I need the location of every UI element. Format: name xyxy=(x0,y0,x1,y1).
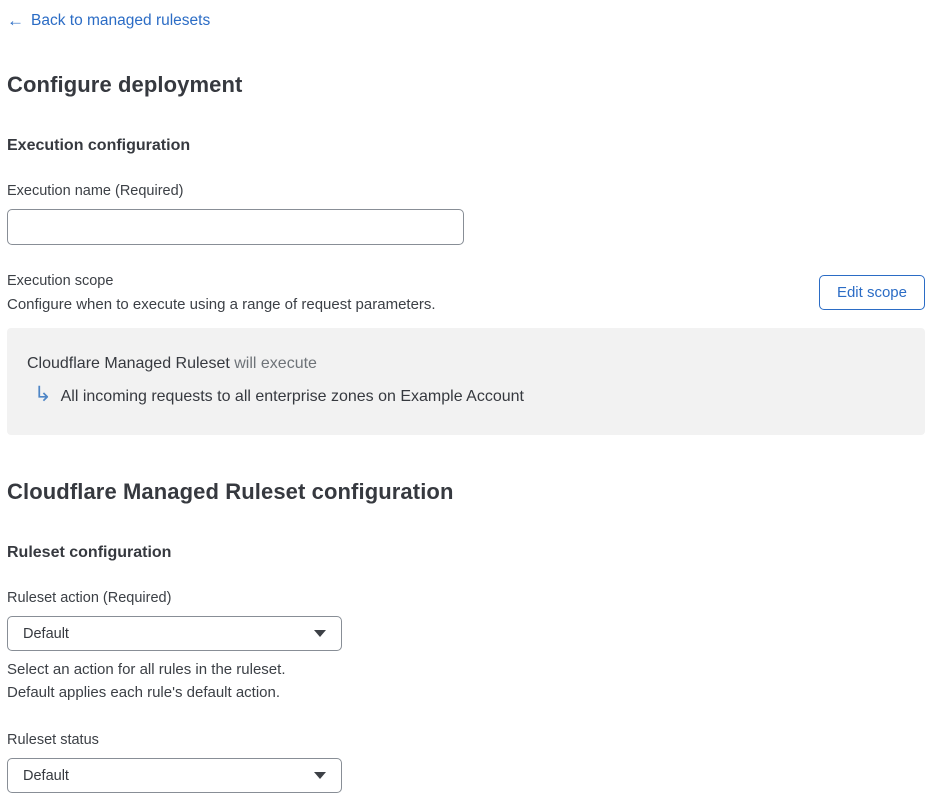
back-arrow-icon: ← xyxy=(7,11,24,30)
back-link-label: Back to managed rulesets xyxy=(31,12,211,29)
will-execute-text: will execute xyxy=(229,355,317,372)
ruleset-status-selected-value: Default xyxy=(23,767,69,784)
ruleset-configuration-subheading: Ruleset configuration xyxy=(7,544,172,561)
execution-scope-text: Execution scope Configure when to execut… xyxy=(7,270,436,316)
return-arrow-icon: ↳ xyxy=(34,383,52,406)
ruleset-action-label: Ruleset action (Required) xyxy=(7,590,172,606)
edit-scope-button[interactable]: Edit scope xyxy=(818,275,925,310)
ruleset-action-help-line2: Default applies each rule's default acti… xyxy=(7,683,281,701)
ruleset-status-select[interactable]: Default xyxy=(7,758,342,793)
ruleset-name-text: Cloudflare Managed Ruleset xyxy=(27,355,230,372)
back-to-managed-rulesets-link[interactable]: ← Back to managed rulesets xyxy=(7,11,210,30)
execution-scope-label: Execution scope xyxy=(7,273,114,289)
page-title: Configure deployment xyxy=(7,72,243,97)
ruleset-action-help-line1: Select an action for all rules in the ru… xyxy=(7,661,286,678)
execution-scope-row: Execution scope Configure when to execut… xyxy=(7,270,925,316)
execution-name-label: Execution name (Required) xyxy=(7,183,184,199)
ruleset-action-selected-value: Default xyxy=(23,625,69,642)
chevron-down-icon xyxy=(314,772,326,779)
scope-summary-box: Cloudflare Managed Ruleset will execute … xyxy=(7,328,925,435)
execution-scope-description: Configure when to execute using a range … xyxy=(7,296,436,313)
ruleset-status-label: Ruleset status xyxy=(7,732,99,748)
scope-summary-detail: ↳ All incoming requests to all enterpris… xyxy=(27,383,905,407)
ruleset-action-select[interactable]: Default xyxy=(7,616,342,651)
chevron-down-icon xyxy=(314,630,326,637)
scope-value-text: All incoming requests to all enterprise … xyxy=(60,388,524,405)
scope-summary-headline: Cloudflare Managed Ruleset will execute xyxy=(27,354,905,374)
configure-deployment-page: ← Back to managed rulesets Configure dep… xyxy=(0,0,931,793)
execution-configuration-heading: Execution configuration xyxy=(7,137,191,154)
execution-name-input[interactable] xyxy=(7,209,464,245)
ruleset-configuration-title: Cloudflare Managed Ruleset configuration xyxy=(7,479,454,504)
